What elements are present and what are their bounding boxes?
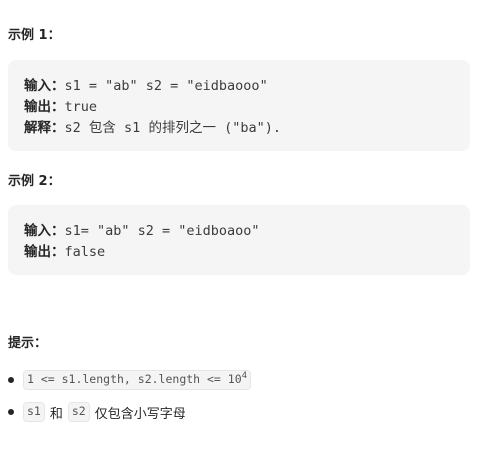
hints-list: 1 <= s1.length, s2.length <= 104 s1 和 s2… <box>8 364 478 428</box>
lowercase-text: 仅包含小写字母 <box>94 406 186 422</box>
example-2-output-line: 输出：false <box>24 242 454 263</box>
output-label: 输出： <box>24 244 65 260</box>
inline-code: s1 <box>23 402 45 422</box>
explain-label: 解释： <box>24 120 65 136</box>
inline-code: s2 <box>67 402 90 422</box>
output-value: true <box>64 99 98 115</box>
explain-part-contains: 包含 <box>88 120 116 136</box>
bullet-icon <box>8 409 14 415</box>
explain-part-s1: s1 <box>124 120 141 136</box>
example-1-input-line: 输入：s1 = "ab" s2 = "eidbaooo" <box>24 76 454 97</box>
example-1-explain-line: 解释：s2 包含 s1 的排列之一 ("ba"). <box>24 118 454 139</box>
bullet-icon <box>8 377 14 383</box>
list-item: 1 <= s1.length, s2.length <= 104 <box>8 364 478 396</box>
input-value: s1= "ab" s2 = "eidboaoo" <box>64 223 260 239</box>
explain-part-permutation: 的排列之一 <box>148 120 216 136</box>
example-1-heading: 示例 1： <box>8 28 61 43</box>
constraint-length: 1 <= s1.length, s2.length <= 104 <box>23 370 252 390</box>
input-label: 输入： <box>24 223 65 239</box>
hints-heading: 提示： <box>8 336 48 351</box>
list-item: s1 和 s2 仅包含小写字母 <box>8 396 478 428</box>
constraint-code-text: 1 <= s1.length, s2.length <= 10 <box>27 372 242 386</box>
constraint-exponent: 4 <box>241 371 248 381</box>
example-2-input-line: 输入：s1= "ab" s2 = "eidboaoo" <box>24 221 454 242</box>
input-value: s1 = "ab" s2 = "eidbaooo" <box>64 78 268 94</box>
example-1-block: 输入：s1 = "ab" s2 = "eidbaooo" 输出：true 解释：… <box>8 60 470 151</box>
output-value: false <box>64 244 106 260</box>
explain-part-s2: s2 <box>64 120 81 136</box>
example-2-heading: 示例 2： <box>8 174 61 189</box>
input-label: 输入： <box>24 78 65 94</box>
inline-code: 1 <= s1.length, s2.length <= 104 <box>23 370 252 390</box>
output-label: 输出： <box>24 99 65 115</box>
constraint-lowercase: s1 和 s2 仅包含小写字母 <box>23 402 186 422</box>
example-1-output-line: 输出：true <box>24 97 454 118</box>
example-2-block: 输入：s1= "ab" s2 = "eidboaoo" 输出：false <box>8 205 470 275</box>
and-text: 和 <box>49 406 63 422</box>
explain-part-ba: ("ba"). <box>224 120 281 136</box>
